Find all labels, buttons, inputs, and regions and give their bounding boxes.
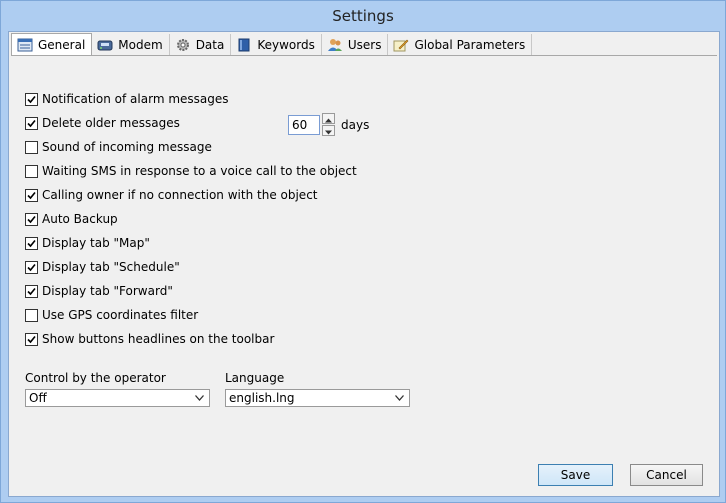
tab-global-parameters[interactable]: Global Parameters bbox=[388, 34, 533, 55]
operator-control-value: Off bbox=[29, 391, 47, 405]
window-title: Settings bbox=[332, 7, 394, 25]
chevron-down-icon bbox=[195, 395, 204, 401]
checkbox[interactable] bbox=[25, 116, 38, 130]
option-gps-filter[interactable]: Use GPS coordinates filter bbox=[25, 306, 198, 324]
modem-icon bbox=[97, 38, 113, 52]
option-display-schedule[interactable]: Display tab "Schedule" bbox=[25, 258, 180, 276]
tab-label: Modem bbox=[118, 37, 163, 52]
stepper-arrows bbox=[322, 113, 335, 137]
checkbox[interactable] bbox=[25, 284, 38, 298]
checkbox[interactable] bbox=[25, 188, 38, 202]
tab-label: Data bbox=[195, 37, 225, 52]
tab-modem[interactable]: Modem bbox=[92, 34, 170, 55]
save-button[interactable]: Save bbox=[538, 464, 613, 486]
checkbox[interactable] bbox=[25, 140, 38, 154]
stepper-up-button[interactable] bbox=[322, 113, 335, 124]
tab-label: Users bbox=[347, 37, 382, 52]
option-delete-older[interactable]: Delete older messages bbox=[25, 114, 180, 132]
option-label: Auto Backup bbox=[42, 212, 118, 226]
tab-keywords[interactable]: Keywords bbox=[231, 34, 322, 55]
option-label: Use GPS coordinates filter bbox=[42, 308, 199, 322]
option-label: Display tab "Map" bbox=[42, 236, 150, 250]
checkbox[interactable] bbox=[25, 92, 38, 106]
option-label: Delete older messages bbox=[42, 116, 180, 130]
option-alarm-notification[interactable]: Notification of alarm messages bbox=[25, 90, 229, 108]
option-calling-owner[interactable]: Calling owner if no connection with the … bbox=[25, 186, 318, 204]
checkbox[interactable] bbox=[25, 212, 38, 226]
option-label: Sound of incoming message bbox=[42, 140, 212, 154]
cancel-button[interactable]: Cancel bbox=[630, 464, 703, 486]
chevron-down-icon bbox=[395, 395, 404, 401]
option-waiting-sms[interactable]: Waiting SMS in response to a voice call … bbox=[25, 162, 357, 180]
checkbox[interactable] bbox=[25, 308, 38, 322]
option-label: Waiting SMS in response to a voice call … bbox=[42, 164, 357, 178]
tab-users[interactable]: Users bbox=[322, 34, 389, 55]
option-label: Notification of alarm messages bbox=[42, 92, 229, 106]
checkbox[interactable] bbox=[25, 332, 38, 346]
days-input[interactable] bbox=[288, 115, 320, 135]
tab-label: General bbox=[38, 38, 86, 52]
option-label: Show buttons headlines on the toolbar bbox=[42, 332, 275, 346]
gear-icon bbox=[175, 38, 191, 52]
option-toolbar-headlines[interactable]: Show buttons headlines on the toolbar bbox=[25, 330, 274, 348]
option-label: Display tab "Forward" bbox=[42, 284, 173, 298]
tab-divider bbox=[11, 55, 717, 56]
settings-panel: General Modem Data Keywords Users Global… bbox=[8, 31, 720, 497]
option-incoming-sound[interactable]: Sound of incoming message bbox=[25, 138, 212, 156]
users-icon bbox=[327, 38, 343, 52]
general-icon bbox=[17, 38, 33, 52]
tab-data[interactable]: Data bbox=[170, 34, 232, 55]
option-display-forward[interactable]: Display tab "Forward" bbox=[25, 282, 173, 300]
checkbox[interactable] bbox=[25, 164, 38, 178]
operator-control-label: Control by the operator bbox=[25, 371, 166, 385]
book-icon bbox=[236, 38, 252, 52]
option-auto-backup[interactable]: Auto Backup bbox=[25, 210, 118, 228]
tab-label: Keywords bbox=[257, 37, 315, 52]
settings-window: Settings General Modem Data Keywords Use… bbox=[0, 0, 726, 503]
days-stepper: days bbox=[288, 113, 370, 137]
tab-label: Global Parameters bbox=[414, 37, 526, 52]
option-display-map[interactable]: Display tab "Map" bbox=[25, 234, 150, 252]
tab-general[interactable]: General bbox=[11, 33, 93, 56]
stepper-down-button[interactable] bbox=[322, 125, 335, 136]
language-select[interactable]: english.lng bbox=[225, 389, 410, 407]
language-value: english.lng bbox=[229, 391, 295, 405]
pencil-icon bbox=[393, 38, 409, 52]
option-label: Calling owner if no connection with the … bbox=[42, 188, 318, 202]
option-label: Display tab "Schedule" bbox=[42, 260, 180, 274]
operator-control-select[interactable]: Off bbox=[25, 389, 210, 407]
language-label: Language bbox=[225, 371, 285, 385]
checkbox[interactable] bbox=[25, 236, 38, 250]
checkbox[interactable] bbox=[25, 260, 38, 274]
days-unit-label: days bbox=[341, 118, 370, 132]
tab-bar: General Modem Data Keywords Users Global… bbox=[11, 33, 533, 56]
